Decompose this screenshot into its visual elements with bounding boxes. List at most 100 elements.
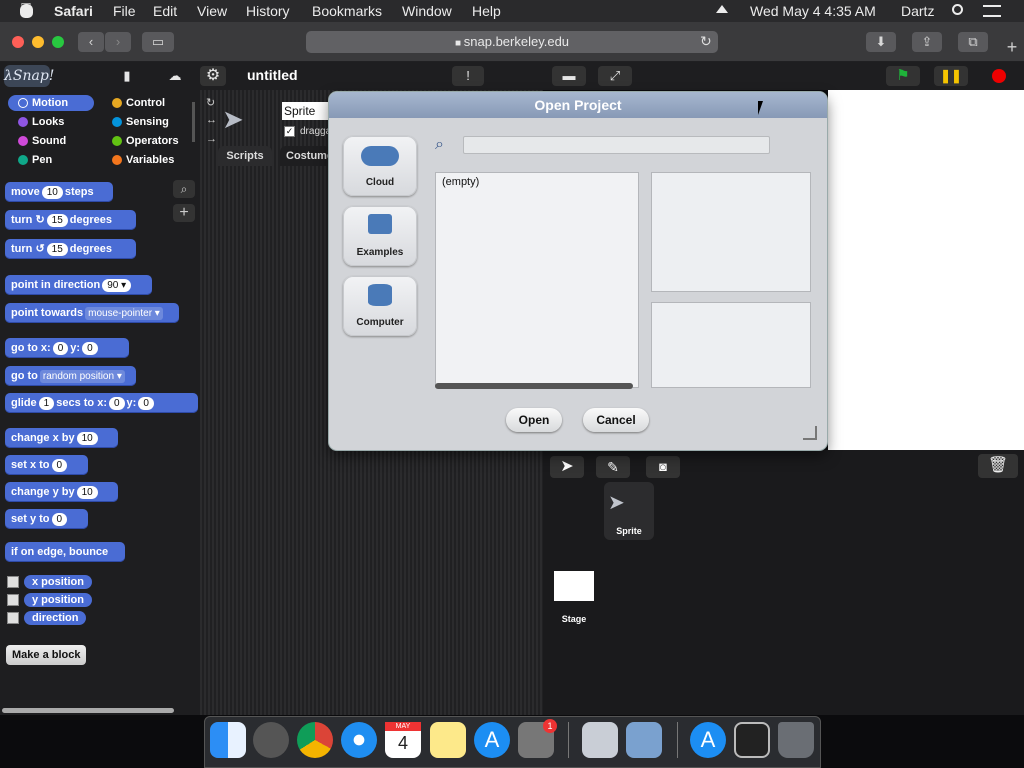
block-input[interactable]: 10 bbox=[76, 485, 98, 499]
trash-icon[interactable]: 🗑 bbox=[978, 454, 1018, 478]
calendar-icon[interactable]: MAY 4 bbox=[385, 722, 421, 758]
flip-style-icon[interactable]: ↔ bbox=[206, 114, 217, 126]
menu-app-name[interactable]: Safari bbox=[54, 3, 93, 19]
block-input[interactable]: 0 bbox=[138, 396, 154, 410]
category-variables[interactable]: Variables bbox=[102, 152, 188, 168]
menu-history[interactable]: History bbox=[246, 3, 290, 19]
forward-button[interactable]: › bbox=[105, 32, 131, 52]
turtle-sprite-icon[interactable]: ➤ bbox=[550, 456, 584, 478]
keyboard-entry-icon[interactable]: ! bbox=[452, 66, 484, 86]
block-set-y[interactable]: set y to 0 bbox=[5, 509, 88, 529]
block-point-towards[interactable]: point towards mouse-pointer ▾ bbox=[5, 303, 179, 323]
menu-edit[interactable]: Edit bbox=[153, 3, 177, 19]
draggable-checkbox[interactable]: ✓ bbox=[284, 126, 295, 137]
block-set-x[interactable]: set x to 0 bbox=[5, 455, 88, 475]
rotate-style-icon[interactable]: ↻ bbox=[206, 96, 215, 109]
watcher-checkbox-direction[interactable] bbox=[7, 612, 19, 624]
pause-icon[interactable]: ❚❚ bbox=[934, 66, 968, 86]
block-go-to[interactable]: go to random position ▾ bbox=[5, 366, 136, 386]
category-scrollbar[interactable] bbox=[192, 102, 195, 142]
category-motion[interactable]: Motion bbox=[8, 95, 94, 111]
stage-thumbnail[interactable] bbox=[554, 571, 594, 601]
reporter-x-position[interactable]: x position bbox=[24, 575, 92, 589]
block-input[interactable]: 0 bbox=[82, 341, 98, 355]
menu-bookmarks[interactable]: Bookmarks bbox=[312, 3, 382, 19]
block-input[interactable]: 1 bbox=[38, 396, 55, 410]
source-examples-button[interactable]: Examples bbox=[343, 206, 417, 266]
zoom-window-icon[interactable] bbox=[52, 36, 64, 48]
cancel-button[interactable]: Cancel bbox=[583, 408, 649, 432]
category-sound[interactable]: Sound bbox=[8, 133, 94, 149]
cloud-menu-icon[interactable]: ☁ bbox=[160, 66, 190, 86]
source-computer-button[interactable]: Computer bbox=[343, 276, 417, 336]
block-input[interactable]: 15 bbox=[46, 213, 68, 227]
launchpad-icon[interactable] bbox=[253, 722, 289, 758]
make-a-block-button[interactable]: Make a block bbox=[6, 645, 87, 665]
block-go-to-xy[interactable]: go to x: 0 y: 0 bbox=[5, 338, 129, 358]
chrome-icon[interactable] bbox=[297, 722, 333, 758]
sidebar-toggle-icon[interactable]: ▭ bbox=[142, 32, 174, 52]
snap-logo[interactable]: λSnap! bbox=[4, 65, 54, 87]
block-input[interactable]: 0 bbox=[52, 341, 69, 355]
block-glide[interactable]: glide 1 secs to x: 0 y: 0 bbox=[5, 393, 198, 413]
resize-handle-icon[interactable] bbox=[803, 426, 817, 440]
app-store-icon[interactable]: A bbox=[474, 722, 510, 758]
block-move[interactable]: move 10 steps bbox=[5, 182, 113, 202]
block-input[interactable]: 0 bbox=[51, 458, 68, 472]
tabs-overview-icon[interactable]: ⧉ bbox=[958, 32, 988, 52]
screenshot-icon[interactable] bbox=[734, 722, 770, 758]
settings-gear-icon[interactable]: ⚙ bbox=[200, 66, 226, 86]
new-tab-button[interactable]: + bbox=[1000, 32, 1024, 62]
menu-window[interactable]: Window bbox=[402, 3, 452, 19]
block-turn-ccw[interactable]: turn ↺ 15 degrees bbox=[5, 239, 136, 259]
automator-icon[interactable] bbox=[582, 722, 618, 758]
dialog-title[interactable]: Open Project bbox=[329, 92, 827, 118]
reporter-direction[interactable]: direction bbox=[24, 611, 87, 625]
corral-sprite[interactable]: ➤ Sprite bbox=[604, 482, 654, 540]
watcher-checkbox-x[interactable] bbox=[7, 576, 19, 588]
open-button[interactable]: Open bbox=[506, 408, 562, 432]
menu-user[interactable]: Dartz bbox=[901, 3, 934, 19]
downloads-icon[interactable]: ⬇ bbox=[866, 32, 896, 52]
menu-help[interactable]: Help bbox=[472, 3, 501, 19]
list-scrollbar[interactable] bbox=[435, 383, 633, 389]
block-point-direction[interactable]: point in direction 90 ▾ bbox=[5, 275, 152, 295]
tab-scripts[interactable]: Scripts bbox=[218, 146, 272, 166]
project-search-input[interactable] bbox=[463, 136, 770, 154]
no-rotate-icon[interactable]: → bbox=[206, 133, 217, 145]
stop-icon[interactable] bbox=[984, 66, 1014, 86]
camera-icon[interactable]: ◙ bbox=[646, 456, 680, 478]
block-input[interactable]: 10 bbox=[41, 185, 63, 199]
trash-dock-icon[interactable] bbox=[778, 722, 814, 758]
block-change-y[interactable]: change y by 10 bbox=[5, 482, 118, 502]
block-change-x[interactable]: change x by 10 bbox=[5, 428, 118, 448]
reporter-y-position[interactable]: y position bbox=[24, 593, 92, 607]
close-window-icon[interactable] bbox=[12, 36, 24, 48]
control-center-icon[interactable] bbox=[983, 5, 1001, 17]
menu-view[interactable]: View bbox=[197, 3, 227, 19]
block-turn-cw[interactable]: turn ↻ 15 degrees bbox=[5, 210, 136, 230]
menu-file[interactable]: File bbox=[113, 3, 136, 19]
list-item[interactable]: (empty) bbox=[442, 176, 632, 188]
eject-icon[interactable] bbox=[716, 5, 728, 13]
block-input[interactable]: 0 bbox=[108, 396, 125, 410]
minimize-window-icon[interactable] bbox=[32, 36, 44, 48]
category-control[interactable]: Control bbox=[102, 95, 188, 111]
watcher-checkbox-y[interactable] bbox=[7, 594, 19, 606]
paint-brush-icon[interactable]: ✎ bbox=[596, 456, 630, 478]
block-input[interactable]: 0 bbox=[51, 512, 68, 526]
block-dropdown[interactable]: 90 ▾ bbox=[102, 278, 132, 292]
add-block-icon[interactable]: + bbox=[173, 204, 195, 222]
block-if-on-edge-bounce[interactable]: if on edge, bounce bbox=[5, 542, 125, 562]
category-pen[interactable]: Pen bbox=[8, 152, 94, 168]
category-operators[interactable]: Operators bbox=[102, 133, 188, 149]
palette-scrollbar[interactable] bbox=[2, 708, 174, 713]
stage-size-icon[interactable]: ▬ bbox=[552, 66, 586, 86]
block-dropdown[interactable]: random position ▾ bbox=[39, 369, 125, 383]
category-looks[interactable]: Looks bbox=[8, 114, 94, 130]
stage[interactable] bbox=[828, 90, 1024, 450]
finder-icon[interactable] bbox=[210, 722, 246, 758]
app-store-folder-icon[interactable]: A bbox=[690, 722, 726, 758]
sprite-name-field[interactable]: Sprite bbox=[282, 102, 332, 120]
apple-logo-icon[interactable] bbox=[20, 4, 33, 18]
